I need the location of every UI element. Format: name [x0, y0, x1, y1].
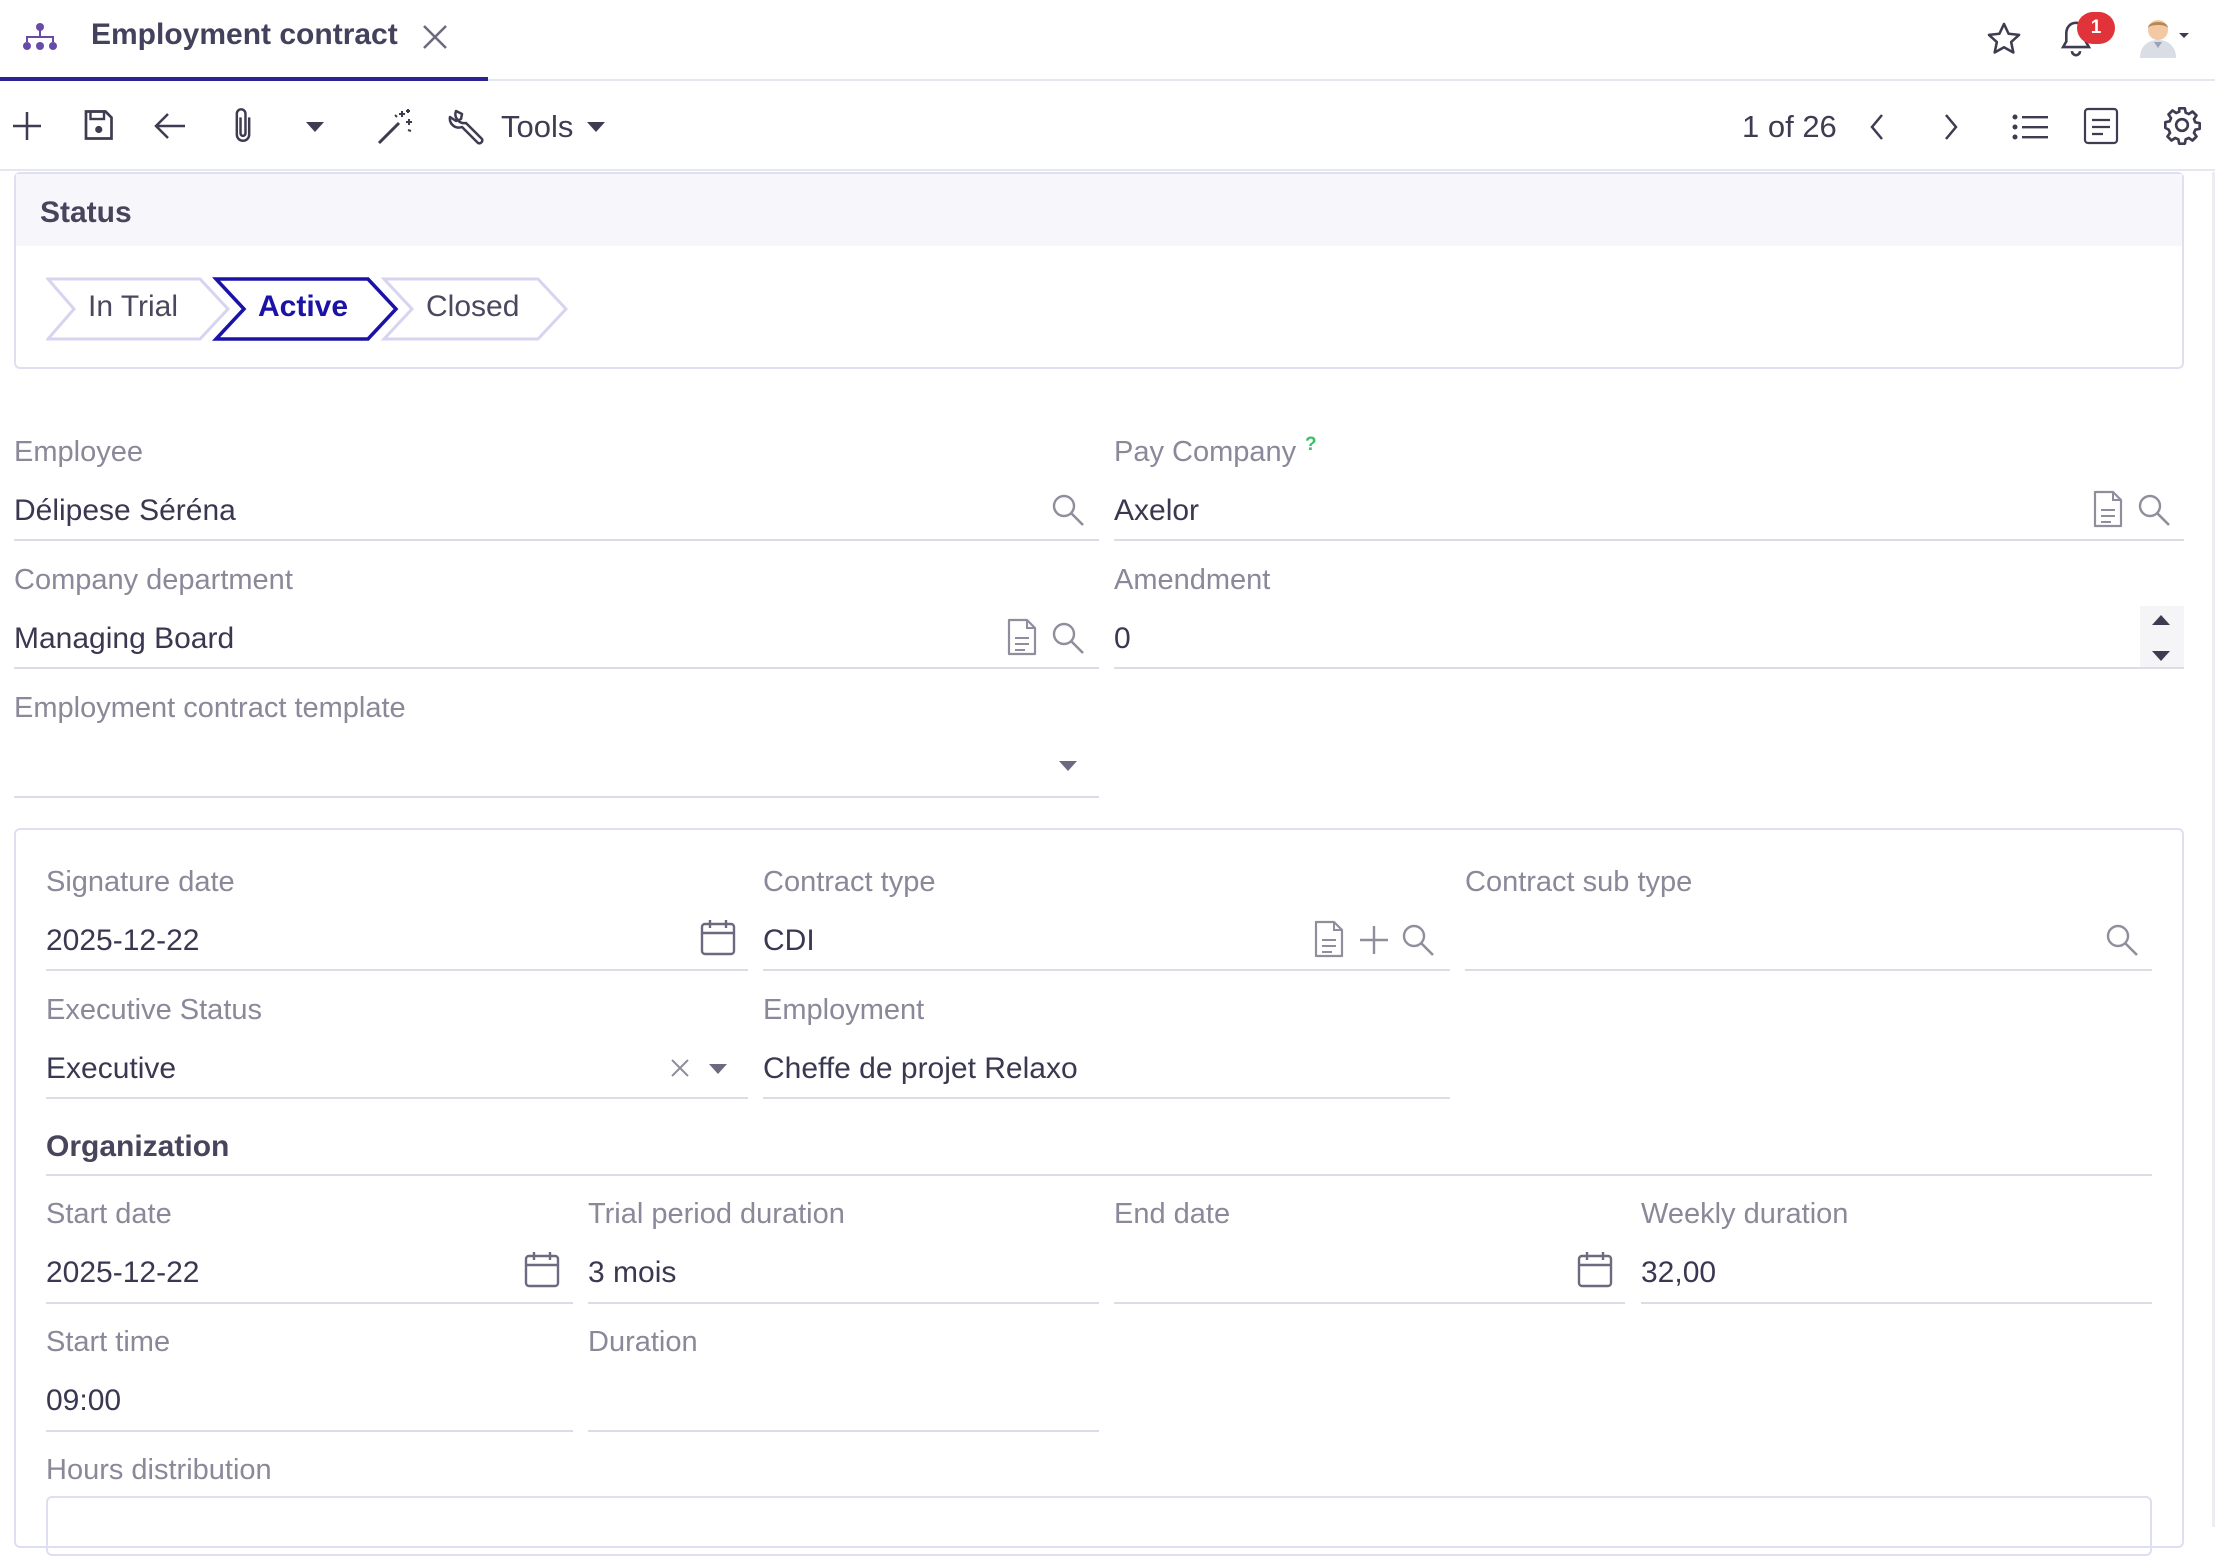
next-record-chevron-icon[interactable]: [1942, 113, 1960, 141]
end-date-calendar-icon[interactable]: [1577, 1250, 1613, 1288]
company-department-label: Company department: [14, 564, 293, 596]
status-step-closed[interactable]: Closed: [426, 290, 519, 324]
organization-divider: [46, 1174, 2152, 1176]
weekly-duration-label: Weekly duration: [1641, 1198, 1849, 1230]
more-actions-caret-icon[interactable]: [305, 121, 325, 133]
trial-period-label: Trial period duration: [588, 1198, 845, 1230]
notification-badge: 1: [2077, 12, 2115, 44]
hours-distribution-label: Hours distribution: [46, 1454, 272, 1486]
paperclip-icon[interactable]: [228, 105, 258, 147]
contract-type-value[interactable]: CDI: [763, 924, 815, 958]
contract-template-label: Employment contract template: [14, 692, 406, 724]
contract-type-search-icon[interactable]: [1400, 922, 1436, 958]
tools-menu-label[interactable]: Tools: [501, 109, 573, 145]
executive-status-dropdown-icon[interactable]: [708, 1063, 728, 1075]
employee-label: Employee: [14, 436, 143, 468]
contract-details-panel: [14, 828, 2184, 1548]
pay-company-label: Pay Company: [1114, 436, 1297, 468]
employee-value[interactable]: Délipese Séréna: [14, 494, 236, 528]
trial-period-underline: [588, 1302, 1099, 1304]
start-time-value[interactable]: 09:00: [46, 1384, 121, 1418]
close-tab-icon[interactable]: [420, 22, 450, 52]
pay-company-underline: [1114, 539, 2184, 541]
contract-type-label: Contract type: [763, 866, 936, 898]
start-date-value[interactable]: 2025-12-22: [46, 1256, 199, 1290]
employment-label: Employment: [763, 994, 925, 1026]
weekly-duration-value[interactable]: 32,00: [1641, 1256, 1716, 1290]
avatar-chevron-down-icon[interactable]: [2178, 32, 2190, 40]
organization-section-title: Organization: [46, 1130, 230, 1163]
pay-company-help-icon[interactable]: ?: [1305, 434, 1317, 456]
contract-template-underline: [14, 796, 1099, 798]
tab-employment-contract[interactable]: Employment contract: [0, 0, 488, 81]
amendment-underline: [1114, 667, 2184, 669]
executive-status-label: Executive Status: [46, 994, 262, 1026]
company-department-value[interactable]: Managing Board: [14, 622, 234, 656]
pay-company-view-document-icon[interactable]: [2092, 490, 2124, 528]
contract-type-underline: [763, 969, 1450, 971]
back-arrow-icon[interactable]: [152, 109, 188, 143]
toolbar: Tools 1 of 26: [0, 83, 2215, 171]
executive-status-clear-icon[interactable]: [670, 1058, 690, 1078]
org-chart-icon: [22, 22, 58, 52]
employee-underline: [14, 539, 1099, 541]
tools-chevron-down-icon[interactable]: [586, 121, 606, 133]
status-panel-header: [16, 174, 2182, 246]
signature-date-value[interactable]: 2025-12-22: [46, 924, 199, 958]
start-date-underline: [46, 1302, 573, 1304]
start-time-underline: [46, 1430, 573, 1432]
duration-label: Duration: [588, 1326, 698, 1358]
employee-search-icon[interactable]: [1050, 492, 1086, 528]
company-department-underline: [14, 667, 1099, 669]
status-section-title: Status: [40, 196, 132, 229]
signature-date-label: Signature date: [46, 866, 235, 898]
top-bar: Employment contract 1: [0, 0, 2215, 81]
form-view-icon[interactable]: [2083, 107, 2119, 145]
pager-text: 1 of 26: [1742, 109, 1837, 144]
save-icon[interactable]: [80, 107, 116, 143]
tab-title: Employment contract: [91, 18, 398, 51]
weekly-duration-underline: [1641, 1302, 2152, 1304]
pay-company-search-icon[interactable]: [2136, 492, 2172, 528]
end-date-label: End date: [1114, 1198, 1231, 1230]
executive-status-underline: [46, 1097, 748, 1099]
previous-record-chevron-icon[interactable]: [1868, 113, 1886, 141]
hours-distribution-box[interactable]: [46, 1496, 2152, 1556]
signature-date-calendar-icon[interactable]: [700, 918, 736, 956]
status-panel: Status In Trial Active Closed: [14, 172, 2184, 369]
new-record-plus-icon[interactable]: [10, 109, 44, 143]
wrench-icon[interactable]: [448, 107, 488, 147]
trial-period-value[interactable]: 3 mois: [588, 1256, 676, 1290]
pay-company-value[interactable]: Axelor: [1114, 494, 1199, 528]
contract-sub-type-search-icon[interactable]: [2104, 922, 2140, 958]
contract-type-view-document-icon[interactable]: [1313, 920, 1345, 958]
start-date-label: Start date: [46, 1198, 172, 1230]
amendment-value[interactable]: 0: [1114, 622, 1131, 656]
amendment-decrement-icon[interactable]: [2151, 650, 2171, 662]
employment-underline: [763, 1097, 1450, 1099]
company-department-search-icon[interactable]: [1050, 620, 1086, 656]
contract-sub-type-underline: [1465, 969, 2152, 971]
signature-date-underline: [46, 969, 748, 971]
duration-underline: [588, 1430, 1099, 1432]
start-time-label: Start time: [46, 1326, 171, 1358]
executive-status-value[interactable]: Executive: [46, 1052, 176, 1086]
employment-value[interactable]: Cheffe de projet Relaxo: [763, 1052, 1078, 1086]
contract-type-add-plus-icon[interactable]: [1358, 924, 1390, 956]
settings-gear-icon[interactable]: [2162, 105, 2202, 145]
end-date-underline: [1114, 1302, 1625, 1304]
status-step-in-trial[interactable]: In Trial: [88, 290, 178, 324]
star-icon[interactable]: [1985, 20, 2023, 58]
magic-wand-icon[interactable]: [375, 107, 415, 147]
contract-sub-type-label: Contract sub type: [1465, 866, 1693, 898]
contract-template-dropdown-icon[interactable]: [1058, 760, 1078, 772]
amendment-label: Amendment: [1114, 564, 1271, 596]
start-date-calendar-icon[interactable]: [524, 1250, 560, 1288]
avatar[interactable]: [2134, 12, 2182, 60]
amendment-increment-icon[interactable]: [2151, 614, 2171, 626]
list-view-icon[interactable]: [2012, 113, 2050, 141]
status-step-active[interactable]: Active: [258, 290, 348, 324]
company-department-view-document-icon[interactable]: [1006, 618, 1038, 656]
